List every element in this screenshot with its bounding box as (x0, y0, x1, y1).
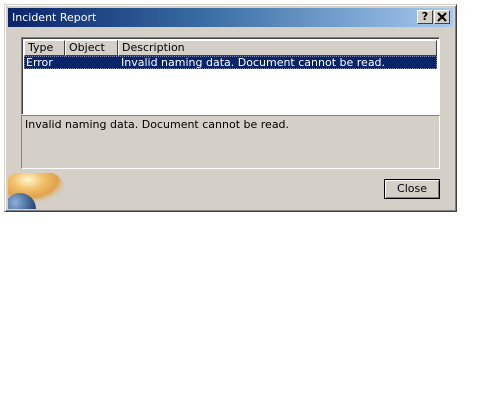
window-title: Incident Report (12, 11, 97, 24)
incident-list[interactable]: Type Object Description Error Invalid na… (21, 37, 440, 115)
detail-message: Invalid naming data. Document cannot be … (25, 118, 290, 131)
column-header-object[interactable]: Object (65, 40, 118, 56)
detail-panel: Invalid naming data. Document cannot be … (21, 115, 440, 169)
row-description: Invalid naming data. Document cannot be … (121, 56, 386, 69)
title-bar[interactable]: Incident Report ? (8, 8, 453, 27)
list-header: Type Object Description (24, 40, 437, 56)
row-type: Error (26, 56, 53, 69)
close-button[interactable]: Close (384, 179, 440, 199)
column-header-type[interactable]: Type (24, 40, 65, 56)
close-icon (437, 12, 447, 22)
planet-logo-icon (8, 173, 64, 209)
column-header-description[interactable]: Description (118, 40, 437, 56)
window-close-button[interactable] (434, 10, 450, 24)
incident-report-dialog: Incident Report ? Type Object Descriptio… (4, 4, 457, 212)
incident-row[interactable]: Error Invalid naming data. Document cann… (24, 56, 437, 69)
help-button[interactable]: ? (417, 10, 433, 24)
